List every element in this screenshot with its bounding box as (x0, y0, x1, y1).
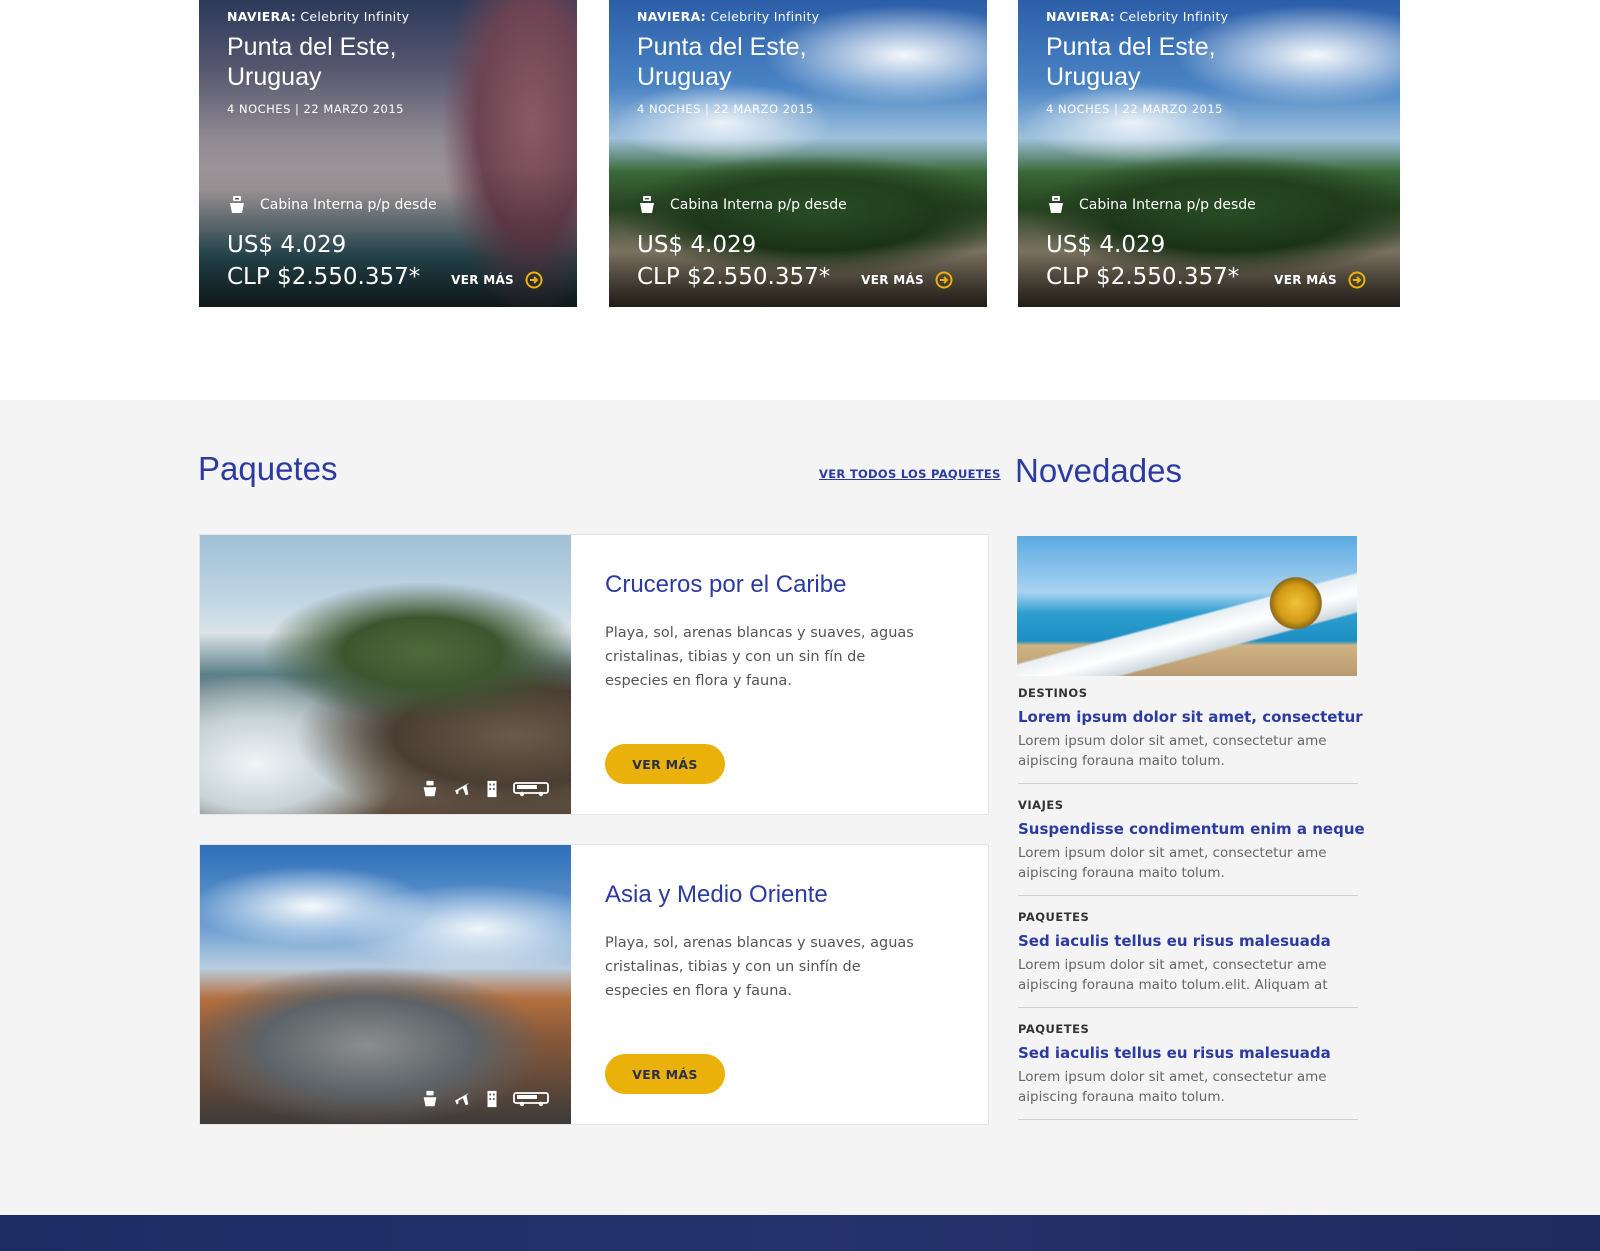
news-category: DESTINOS (1018, 686, 1088, 700)
price-clp: CLP $2.550.357* (637, 264, 831, 290)
cruise-icon (1049, 196, 1063, 213)
news-excerpt: Lorem ipsum dolor sit amet, consectetur … (1018, 845, 1327, 881)
cruise-icon (640, 196, 654, 213)
cruise-meta: 4 NOCHES | 22 MARZO 2015 (1046, 102, 1223, 116)
news-title-link[interactable]: Lorem ipsum dolor sit amet, consectetur (1018, 708, 1363, 726)
package-image (200, 535, 571, 814)
cruise-icon (230, 196, 244, 213)
price-usd: US$ 4.029 (637, 232, 757, 258)
cruise-line: NAVIERA: Celebrity Infinity (1046, 9, 1229, 24)
price-usd: US$ 4.029 (227, 232, 347, 258)
bus-icon (513, 782, 549, 797)
bus-icon (513, 1092, 549, 1107)
ver-mas-button[interactable]: VER MÁS (605, 1054, 725, 1094)
ver-mas-button[interactable]: VER MÁS (605, 744, 725, 784)
price-usd: US$ 4.029 (1046, 232, 1166, 258)
ver-mas-link[interactable]: VER MÁS (861, 271, 953, 289)
cabin-info: Cabina Interna p/p desde (1046, 195, 1256, 215)
news-category: PAQUETES (1018, 910, 1090, 924)
cruise-cards-section: NAVIERA: Celebrity Infinity Punta del Es… (0, 0, 1600, 400)
news-item: DESTINOS Lorem ipsum dolor sit amet, con… (1018, 686, 1363, 784)
news-item: PAQUETES Sed iaculis tellus eu risus mal… (1018, 910, 1358, 1008)
news-item: PAQUETES Sed iaculis tellus eu risus mal… (1018, 1022, 1358, 1120)
news-featured-image[interactable] (1017, 536, 1357, 676)
cruise-icon (423, 780, 437, 797)
news-title-link[interactable]: Sed iaculis tellus eu risus malesuada (1018, 1044, 1358, 1062)
arrow-right-circle-icon (1348, 271, 1366, 289)
plane-icon (454, 782, 470, 796)
cruise-destination: Punta del Este, Uruguay (1046, 33, 1216, 91)
cruise-card[interactable]: NAVIERA: Celebrity Infinity Punta del Es… (199, 0, 577, 307)
package-title: Asia y Medio Oriente (605, 881, 828, 908)
ver-mas-link[interactable]: VER MÁS (451, 271, 543, 289)
cruise-line: NAVIERA: Celebrity Infinity (637, 9, 820, 24)
cruise-destination: Punta del Este, Uruguay (227, 33, 397, 91)
package-title: Cruceros por el Caribe (605, 571, 847, 598)
news-list: DESTINOS Lorem ipsum dolor sit amet, con… (1018, 686, 1365, 1134)
package-description: Playa, sol, arenas blancas y suaves, agu… (605, 935, 914, 999)
cruise-card[interactable]: NAVIERA: Celebrity Infinity Punta del Es… (609, 0, 987, 307)
cruise-meta: 4 NOCHES | 22 MARZO 2015 (227, 102, 404, 116)
package-description: Playa, sol, arenas blancas y suaves, agu… (605, 625, 914, 689)
all-packages-link[interactable]: VER TODOS LOS PAQUETES (819, 467, 1001, 481)
package-card[interactable]: Asia y Medio Oriente Playa, sol, arenas … (199, 844, 989, 1125)
package-services (421, 1090, 549, 1108)
cruise-card[interactable]: NAVIERA: Celebrity Infinity Punta del Es… (1018, 0, 1400, 307)
news-excerpt: Lorem ipsum dolor sit amet, consectetur … (1018, 957, 1328, 993)
news-title-link[interactable]: Sed iaculis tellus eu risus malesuada (1018, 932, 1358, 950)
cabin-info: Cabina Interna p/p desde (227, 195, 437, 215)
news-category: PAQUETES (1018, 1022, 1090, 1036)
news-title-link[interactable]: Suspendisse condimentum enim a neque (1018, 820, 1365, 838)
arrow-right-circle-icon (525, 271, 543, 289)
news-category: VIAJES (1018, 798, 1064, 812)
cruise-icon (423, 1090, 437, 1107)
package-card[interactable]: Cruceros por el Caribe Playa, sol, arena… (199, 534, 989, 815)
news-heading: Novedades (1015, 452, 1182, 489)
plane-icon (454, 1092, 470, 1106)
hotel-icon (487, 780, 497, 798)
news-excerpt: Lorem ipsum dolor sit amet, consectetur … (1018, 733, 1327, 769)
news-excerpt: Lorem ipsum dolor sit amet, consectetur … (1018, 1069, 1327, 1105)
price-clp: CLP $2.550.357* (1046, 264, 1240, 290)
package-services (421, 780, 549, 798)
packages-news-section: Paquetes VER TODOS LOS PAQUETES Cruceros… (0, 400, 1600, 1215)
cruise-destination: Punta del Este, Uruguay (637, 33, 807, 91)
price-clp: CLP $2.550.357* (227, 264, 421, 290)
footer-bar (0, 1215, 1600, 1251)
news-item: VIAJES Suspendisse condimentum enim a ne… (1018, 798, 1365, 896)
packages-heading: Paquetes (198, 450, 338, 487)
cruise-line: NAVIERA: Celebrity Infinity (227, 9, 410, 24)
cruise-meta: 4 NOCHES | 22 MARZO 2015 (637, 102, 814, 116)
hotel-icon (487, 1090, 497, 1108)
cabin-info: Cabina Interna p/p desde (637, 195, 847, 215)
package-image (200, 845, 571, 1124)
ver-mas-link[interactable]: VER MÁS (1274, 271, 1366, 289)
arrow-right-circle-icon (935, 271, 953, 289)
